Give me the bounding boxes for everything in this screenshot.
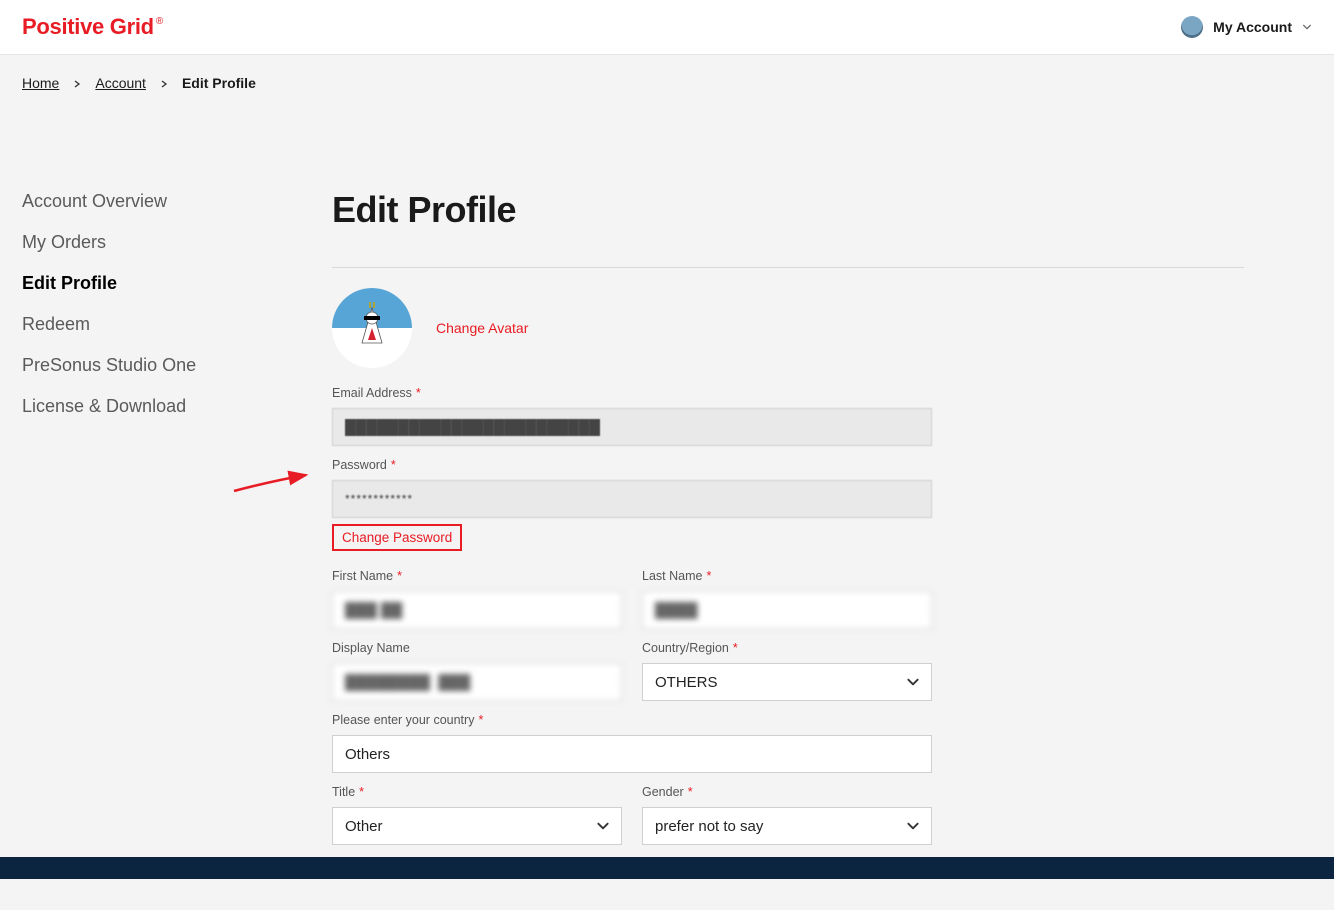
top-bar: Positive Grid ® My Account bbox=[0, 0, 1334, 55]
first-name-field[interactable] bbox=[332, 591, 622, 629]
registered-mark: ® bbox=[156, 16, 163, 27]
sidebar-item-edit-profile[interactable]: Edit Profile bbox=[22, 273, 312, 294]
email-field bbox=[332, 408, 932, 446]
account-menu-trigger[interactable]: My Account bbox=[1181, 16, 1312, 38]
change-avatar-link[interactable]: Change Avatar bbox=[436, 320, 528, 336]
last-name-field[interactable] bbox=[642, 591, 932, 629]
annotation-arrow-icon bbox=[232, 467, 312, 497]
sidebar-item-account-overview[interactable]: Account Overview bbox=[22, 191, 312, 212]
footer-band bbox=[0, 857, 1334, 879]
gender-label: Gender* bbox=[642, 785, 932, 799]
sidebar-item-redeem[interactable]: Redeem bbox=[22, 314, 312, 335]
breadcrumb: Home Account Edit Profile bbox=[0, 55, 1334, 111]
gender-select[interactable] bbox=[642, 807, 932, 845]
sidebar-item-license-download[interactable]: License & Download bbox=[22, 396, 312, 417]
last-name-label: Last Name* bbox=[642, 569, 932, 583]
brand-logo-text: Positive Grid bbox=[22, 14, 154, 40]
password-label: Password* bbox=[332, 458, 932, 472]
display-name-field[interactable] bbox=[332, 663, 622, 701]
brand-logo[interactable]: Positive Grid ® bbox=[22, 14, 163, 40]
breadcrumb-current: Edit Profile bbox=[182, 75, 256, 91]
title-select[interactable] bbox=[332, 807, 622, 845]
email-label: Email Address* bbox=[332, 386, 932, 400]
sidebar-item-presonus-studio-one[interactable]: PreSonus Studio One bbox=[22, 355, 312, 376]
display-name-label: Display Name bbox=[332, 641, 622, 655]
breadcrumb-account[interactable]: Account bbox=[95, 75, 146, 91]
main-content: Edit Profile bbox=[312, 111, 1312, 857]
account-menu-label: My Account bbox=[1213, 19, 1292, 35]
enter-country-field[interactable] bbox=[332, 735, 932, 773]
chevron-down-icon bbox=[1302, 22, 1312, 32]
chevron-right-icon bbox=[160, 75, 168, 91]
page-title: Edit Profile bbox=[332, 189, 1244, 231]
profile-avatar bbox=[332, 288, 412, 368]
first-name-label: First Name* bbox=[332, 569, 622, 583]
password-field: ************ bbox=[332, 480, 932, 518]
country-region-label: Country/Region* bbox=[642, 641, 932, 655]
avatar-icon bbox=[1181, 16, 1203, 38]
sidebar-item-my-orders[interactable]: My Orders bbox=[22, 232, 312, 253]
enter-country-label: Please enter your country* bbox=[332, 713, 932, 727]
change-password-link[interactable]: Change Password bbox=[332, 524, 462, 551]
chevron-right-icon bbox=[73, 75, 81, 91]
breadcrumb-home[interactable]: Home bbox=[22, 75, 59, 91]
country-region-select[interactable] bbox=[642, 663, 932, 701]
divider bbox=[332, 267, 1244, 268]
title-label: Title* bbox=[332, 785, 622, 799]
